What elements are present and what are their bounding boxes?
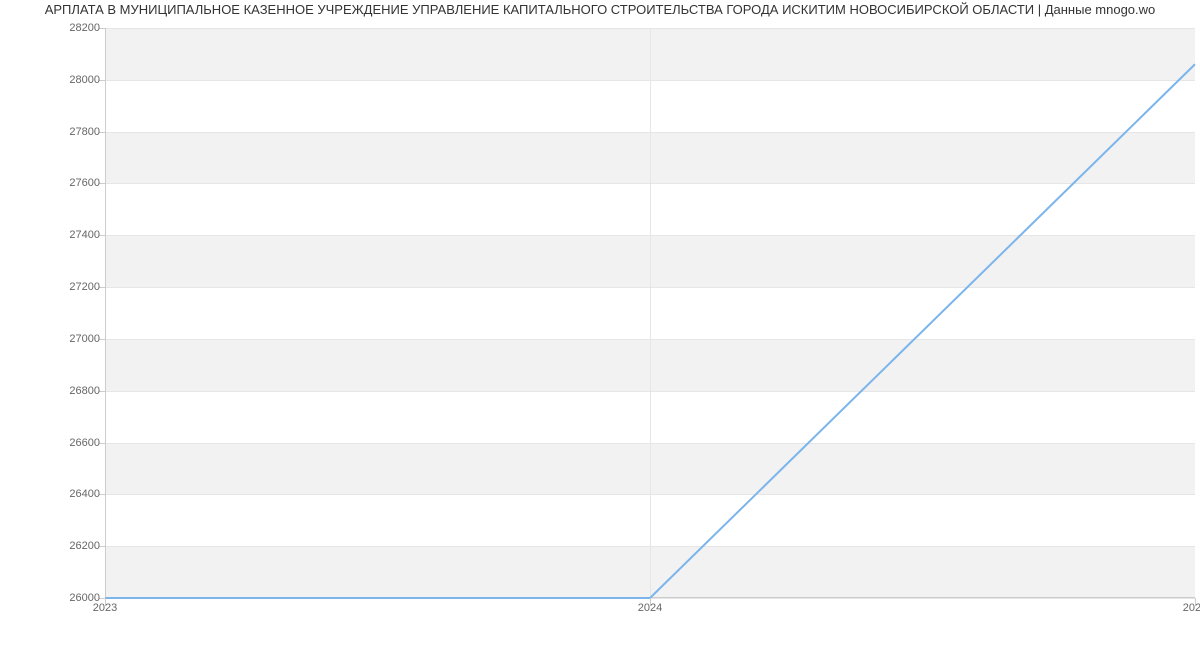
x-tick-label: 2025 [1183,602,1200,614]
x-tick-label: 2023 [93,602,117,614]
plot-area [105,28,1195,598]
y-tick-label: 26000 [10,592,100,604]
y-tick-label: 28200 [10,22,100,34]
y-tick-label: 26800 [10,385,100,397]
y-tick-label: 27800 [10,126,100,138]
y-tick-label: 26600 [10,437,100,449]
line-series [105,28,1195,598]
y-tick-label: 26200 [10,540,100,552]
y-tick-label: 28000 [10,74,100,86]
chart-title: АРПЛАТА В МУНИЦИПАЛЬНОЕ КАЗЕННОЕ УЧРЕЖДЕ… [0,2,1200,17]
y-tick-label: 27600 [10,177,100,189]
y-tick-label: 26400 [10,488,100,500]
x-tick-label: 2024 [638,602,662,614]
y-tick-label: 27000 [10,333,100,345]
y-tick-label: 27400 [10,229,100,241]
y-tick-label: 27200 [10,281,100,293]
